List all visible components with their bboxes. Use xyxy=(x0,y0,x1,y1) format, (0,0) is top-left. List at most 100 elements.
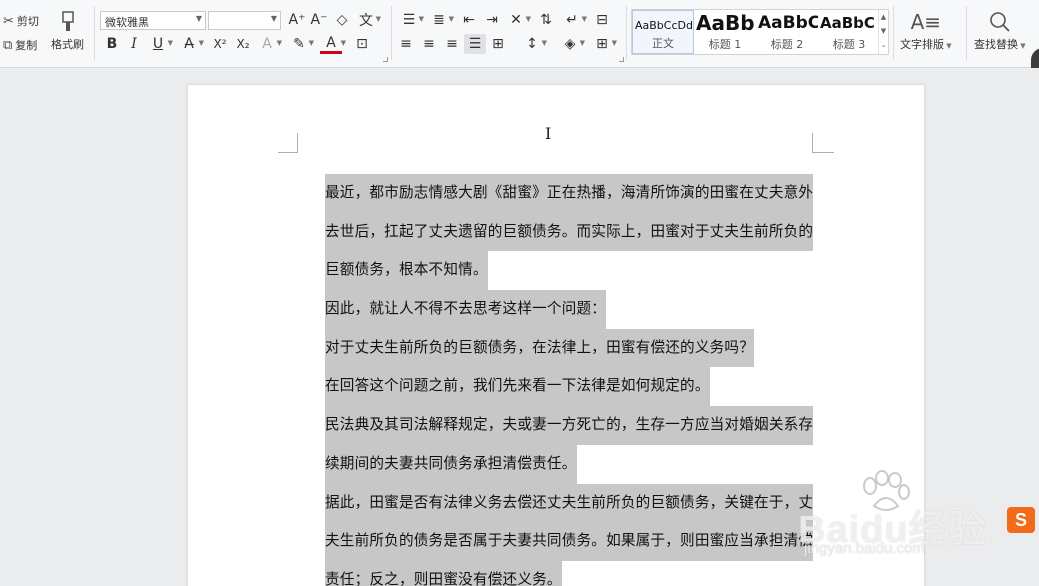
align-right-button[interactable]: ≡ xyxy=(441,34,463,54)
text-layout-button[interactable]: A≡ 文字排版 ▼ xyxy=(900,10,952,52)
chevron-down-icon: ▼ xyxy=(270,14,277,23)
text-line: 责任；反之，则田蜜没有偿还义务。 xyxy=(325,560,813,586)
text-line: 巨额债务，根本不知情。 xyxy=(325,251,813,291)
selected-text[interactable]: 最近，都市励志情感大剧《甜蜜》正在热播，海清所饰演的田蜜在丈夫意外 xyxy=(325,174,814,213)
bold-icon: B xyxy=(106,36,118,52)
styles-scroll[interactable]: ▲ ▼ ⌄ xyxy=(878,10,888,54)
cut-button[interactable]: ✂ 剪切 xyxy=(3,13,39,29)
align-center-icon: ≡ xyxy=(423,36,435,52)
chevron-down-icon: ▼ xyxy=(880,27,887,35)
copy-button[interactable]: ⧉ 复制 xyxy=(3,37,37,53)
sogou-letter: S xyxy=(1014,510,1027,530)
find-replace-label: 查找替换 xyxy=(974,38,1018,51)
style-heading-2[interactable]: AaBbC 标题 2 xyxy=(756,10,818,54)
align-center-button[interactable]: ≡ xyxy=(418,34,440,54)
numbering-button[interactable]: ≣ ▼ xyxy=(428,10,454,30)
align-left-button[interactable]: ≡ xyxy=(395,34,417,54)
clear-format-button[interactable]: ◇ xyxy=(331,10,353,30)
italic-icon: I xyxy=(131,36,137,52)
decrease-indent-button[interactable]: ⇤ xyxy=(458,10,480,30)
crop-mark xyxy=(297,133,298,153)
paragraph-dialog-launcher[interactable] xyxy=(619,57,624,62)
chinese-layout-button[interactable]: ✕ ▼ xyxy=(505,10,531,30)
highlight-button[interactable]: ✎ ▼ xyxy=(288,34,314,54)
char-border-icon: ⊡ xyxy=(356,36,368,52)
font-color-button[interactable]: A ▼ xyxy=(320,34,346,54)
eraser-icon: ◇ xyxy=(336,12,348,28)
style-heading-3[interactable]: AaBbC 标题 3 xyxy=(818,10,880,54)
selected-text[interactable]: 民法典及其司法解释规定，夫或妻一方死亡的，生存一方应当对婚姻关系存 xyxy=(325,406,814,445)
tab-stops-button[interactable]: ⊟ xyxy=(591,10,613,30)
selected-text[interactable]: 巨额债务，根本不知情。 xyxy=(325,251,488,291)
selected-text[interactable]: 责任；反之，则田蜜没有偿还义务。 xyxy=(325,560,562,586)
subscript-button[interactable]: X₂ xyxy=(232,34,254,54)
selected-text[interactable]: 在回答这个问题之前，我们先来看一下法律是如何规定的。 xyxy=(325,367,710,407)
style-name: 标题 2 xyxy=(770,38,804,51)
style-normal[interactable]: AaBbCcDd 正文 xyxy=(632,10,694,54)
more-icon: ⌄ xyxy=(880,41,887,49)
sogou-ime-icon[interactable]: S xyxy=(1007,507,1035,533)
bold-button[interactable]: B xyxy=(101,34,123,54)
paint-bucket-icon: ◈ xyxy=(564,36,576,52)
sort-button[interactable]: ⇅ xyxy=(535,10,557,30)
text-effect-icon: A xyxy=(262,36,272,52)
line-spacing-button[interactable]: ↕ ▼ xyxy=(521,34,547,54)
phonetic-icon: 文 xyxy=(359,13,373,29)
selected-text[interactable]: 因此，就让人不得不去思考这样一个问题： xyxy=(325,290,607,329)
grow-font-button[interactable]: A⁺ xyxy=(286,10,308,30)
strikethrough-button[interactable]: A̶ ▼ xyxy=(178,34,204,54)
underline-button[interactable]: U ▼ xyxy=(147,34,173,54)
chevron-up-icon: ▲ xyxy=(880,13,887,21)
font-dialog-launcher[interactable] xyxy=(383,57,388,62)
selected-text[interactable]: 去世后，扛起了丈夫遗留的巨额债务。而实际上，田蜜对于丈夫生前所负的 xyxy=(325,212,814,252)
increase-indent-button[interactable]: ⇥ xyxy=(481,10,503,30)
style-heading-1[interactable]: AaBb 标题 1 xyxy=(694,10,756,54)
text-effect-button[interactable]: A ▼ xyxy=(256,34,282,54)
shrink-font-button[interactable]: A⁻ xyxy=(308,10,330,30)
text-layout-label: 文字排版 xyxy=(900,38,944,51)
scissors-icon: ✂ xyxy=(3,13,14,29)
char-border-button[interactable]: ⊡ xyxy=(351,34,373,54)
shading-button[interactable]: ◈ ▼ xyxy=(559,34,585,54)
borders-button[interactable]: ⊞ ▼ xyxy=(591,34,617,54)
font-family-select[interactable]: 微软雅黑 ▼ xyxy=(100,11,206,30)
chevron-down-icon: ▼ xyxy=(1018,42,1026,50)
indent-icon: ⇥ xyxy=(486,12,498,28)
italic-button[interactable]: I xyxy=(123,34,145,54)
text-line: 民法典及其司法解释规定，夫或妻一方死亡的，生存一方应当对婚姻关系存 xyxy=(325,406,814,445)
brush-icon xyxy=(58,10,78,36)
justify-button[interactable]: ☰ xyxy=(464,34,486,54)
cut-label: 剪切 xyxy=(16,15,39,28)
bullets-button[interactable]: ☰ ▼ xyxy=(398,10,424,30)
text-line: 据此，田蜜是否有法律义务去偿还丈夫生前所负的巨额债务，关键在于，丈 xyxy=(325,483,814,523)
copy-icon: ⧉ xyxy=(3,37,13,53)
grow-font-icon: A⁺ xyxy=(288,12,306,28)
font-family-value: 微软雅黑 xyxy=(105,16,149,29)
find-replace-button[interactable]: 查找替换 ▼ xyxy=(974,10,1026,52)
document-page[interactable]: I 最近，都市励志情感大剧《甜蜜》正在热播，海清所饰演的田蜜在丈夫意外 去世后，… xyxy=(188,85,924,586)
distributed-icon: ⊞ xyxy=(492,36,504,52)
crop-mark xyxy=(812,133,813,153)
text-line: 对于丈夫生前所负的巨额债务，在法律上，田蜜有偿还的义务吗？ xyxy=(325,328,813,368)
selected-text[interactable]: 夫生前所负的债务是否属于夫妻共同债务。如果属于，则田蜜应当承担清偿 xyxy=(325,522,814,561)
document-body[interactable]: 最近，都市励志情感大剧《甜蜜》正在热播，海清所饰演的田蜜在丈夫意外 去世后，扛起… xyxy=(325,174,814,586)
selected-text[interactable]: 续期间的夫妻共同债务承担清偿责任。 xyxy=(325,444,577,484)
format-painter-button[interactable]: 格式刷 xyxy=(51,10,84,52)
align-right-icon: ≡ xyxy=(446,36,458,52)
distributed-button[interactable]: ⊞ xyxy=(487,34,509,54)
outdent-icon: ⇤ xyxy=(463,12,475,28)
show-marks-button[interactable]: ↵ ▼ xyxy=(561,10,587,30)
font-size-select[interactable]: ▼ xyxy=(208,11,281,30)
font-color-icon: A xyxy=(326,34,336,51)
style-name: 标题 3 xyxy=(832,38,866,51)
selected-text[interactable]: 对于丈夫生前所负的巨额债务，在法律上，田蜜有偿还的义务吗？ xyxy=(325,328,755,368)
numbered-list-icon: ≣ xyxy=(433,12,445,28)
document-canvas: I 最近，都市励志情感大剧《甜蜜》正在热播，海清所饰演的田蜜在丈夫意外 去世后，… xyxy=(0,68,1039,586)
crop-mark xyxy=(812,152,834,153)
selected-text[interactable]: 据此，田蜜是否有法律义务去偿还丈夫生前所负的巨额债务，关键在于，丈 xyxy=(325,483,814,523)
phonetic-guide-button[interactable]: 文 ▼ xyxy=(355,10,381,30)
strikethrough-icon: A̶ xyxy=(184,36,194,52)
superscript-button[interactable]: X² xyxy=(209,34,231,54)
shrink-font-icon: A⁻ xyxy=(310,12,328,28)
superscript-icon: X² xyxy=(213,37,227,51)
